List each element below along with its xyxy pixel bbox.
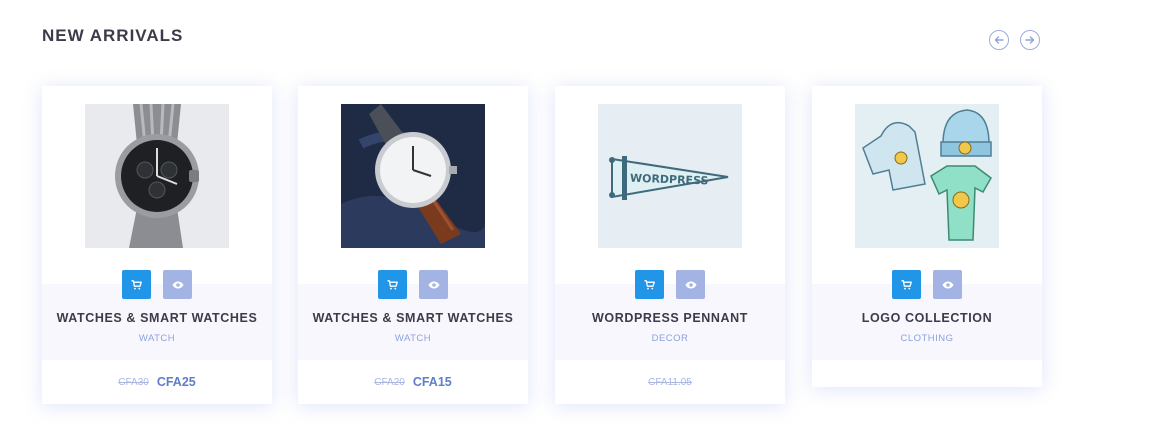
product-image-pennant[interactable]: WORDPRESS	[598, 104, 742, 248]
product-card[interactable]: WATCHES & SMART WATCHES WATCH CFA20 CFA1…	[298, 86, 528, 404]
eye-icon	[685, 281, 696, 288]
add-to-cart-button[interactable]	[892, 270, 921, 299]
product-price: CFA20 CFA15	[298, 360, 528, 404]
quick-view-button[interactable]	[163, 270, 192, 299]
add-to-cart-button[interactable]	[122, 270, 151, 299]
product-media	[42, 86, 272, 299]
price-sale: CFA15	[412, 375, 452, 389]
section-title: NEW ARRIVALS	[42, 26, 184, 45]
product-price-empty	[812, 360, 1042, 387]
add-to-cart-button[interactable]	[635, 270, 664, 299]
carousel-prev-button[interactable]	[989, 30, 1009, 50]
product-image-chronograph-watch[interactable]	[85, 104, 229, 248]
cart-icon	[901, 279, 912, 289]
cart-icon	[387, 279, 398, 289]
product-image-clothing-set[interactable]	[855, 104, 999, 248]
product-card[interactable]: WATCHES & SMART WATCHES WATCH CFA30 CFA2…	[42, 86, 272, 404]
price-original: CFA30	[118, 376, 149, 388]
product-category[interactable]: WATCH	[42, 333, 272, 344]
product-media: WORDPRESS	[555, 86, 785, 299]
product-category[interactable]: CLOTHING	[812, 333, 1042, 344]
quick-view-button[interactable]	[419, 270, 448, 299]
price-original: CFA20	[374, 376, 405, 388]
eye-icon	[428, 281, 439, 288]
product-category[interactable]: WATCH	[298, 333, 528, 344]
price-original: CFA11.05	[648, 376, 692, 388]
price-sale: CFA25	[156, 375, 196, 389]
product-category[interactable]: DECOR	[555, 333, 785, 344]
product-media	[298, 86, 528, 299]
product-card[interactable]: WORDPRESS WORDPRESS PENNANT DECOR CFA11.…	[555, 86, 785, 404]
cart-icon	[131, 279, 142, 289]
eye-icon	[172, 281, 183, 288]
eye-icon	[942, 281, 953, 288]
product-price: CFA11.05	[555, 360, 785, 404]
pennant-text: WORDPRESS	[630, 172, 709, 188]
arrow-left-icon	[994, 36, 1004, 44]
product-image-leather-strap-watch[interactable]	[341, 104, 485, 248]
product-card[interactable]: LOGO COLLECTION CLOTHING	[812, 86, 1042, 387]
add-to-cart-button[interactable]	[378, 270, 407, 299]
quick-view-button[interactable]	[676, 270, 705, 299]
arrow-right-icon	[1025, 36, 1035, 44]
product-media	[812, 86, 1042, 299]
cart-icon	[644, 279, 655, 289]
carousel-next-button[interactable]	[1020, 30, 1040, 50]
product-price: CFA30 CFA25	[42, 360, 272, 404]
quick-view-button[interactable]	[933, 270, 962, 299]
